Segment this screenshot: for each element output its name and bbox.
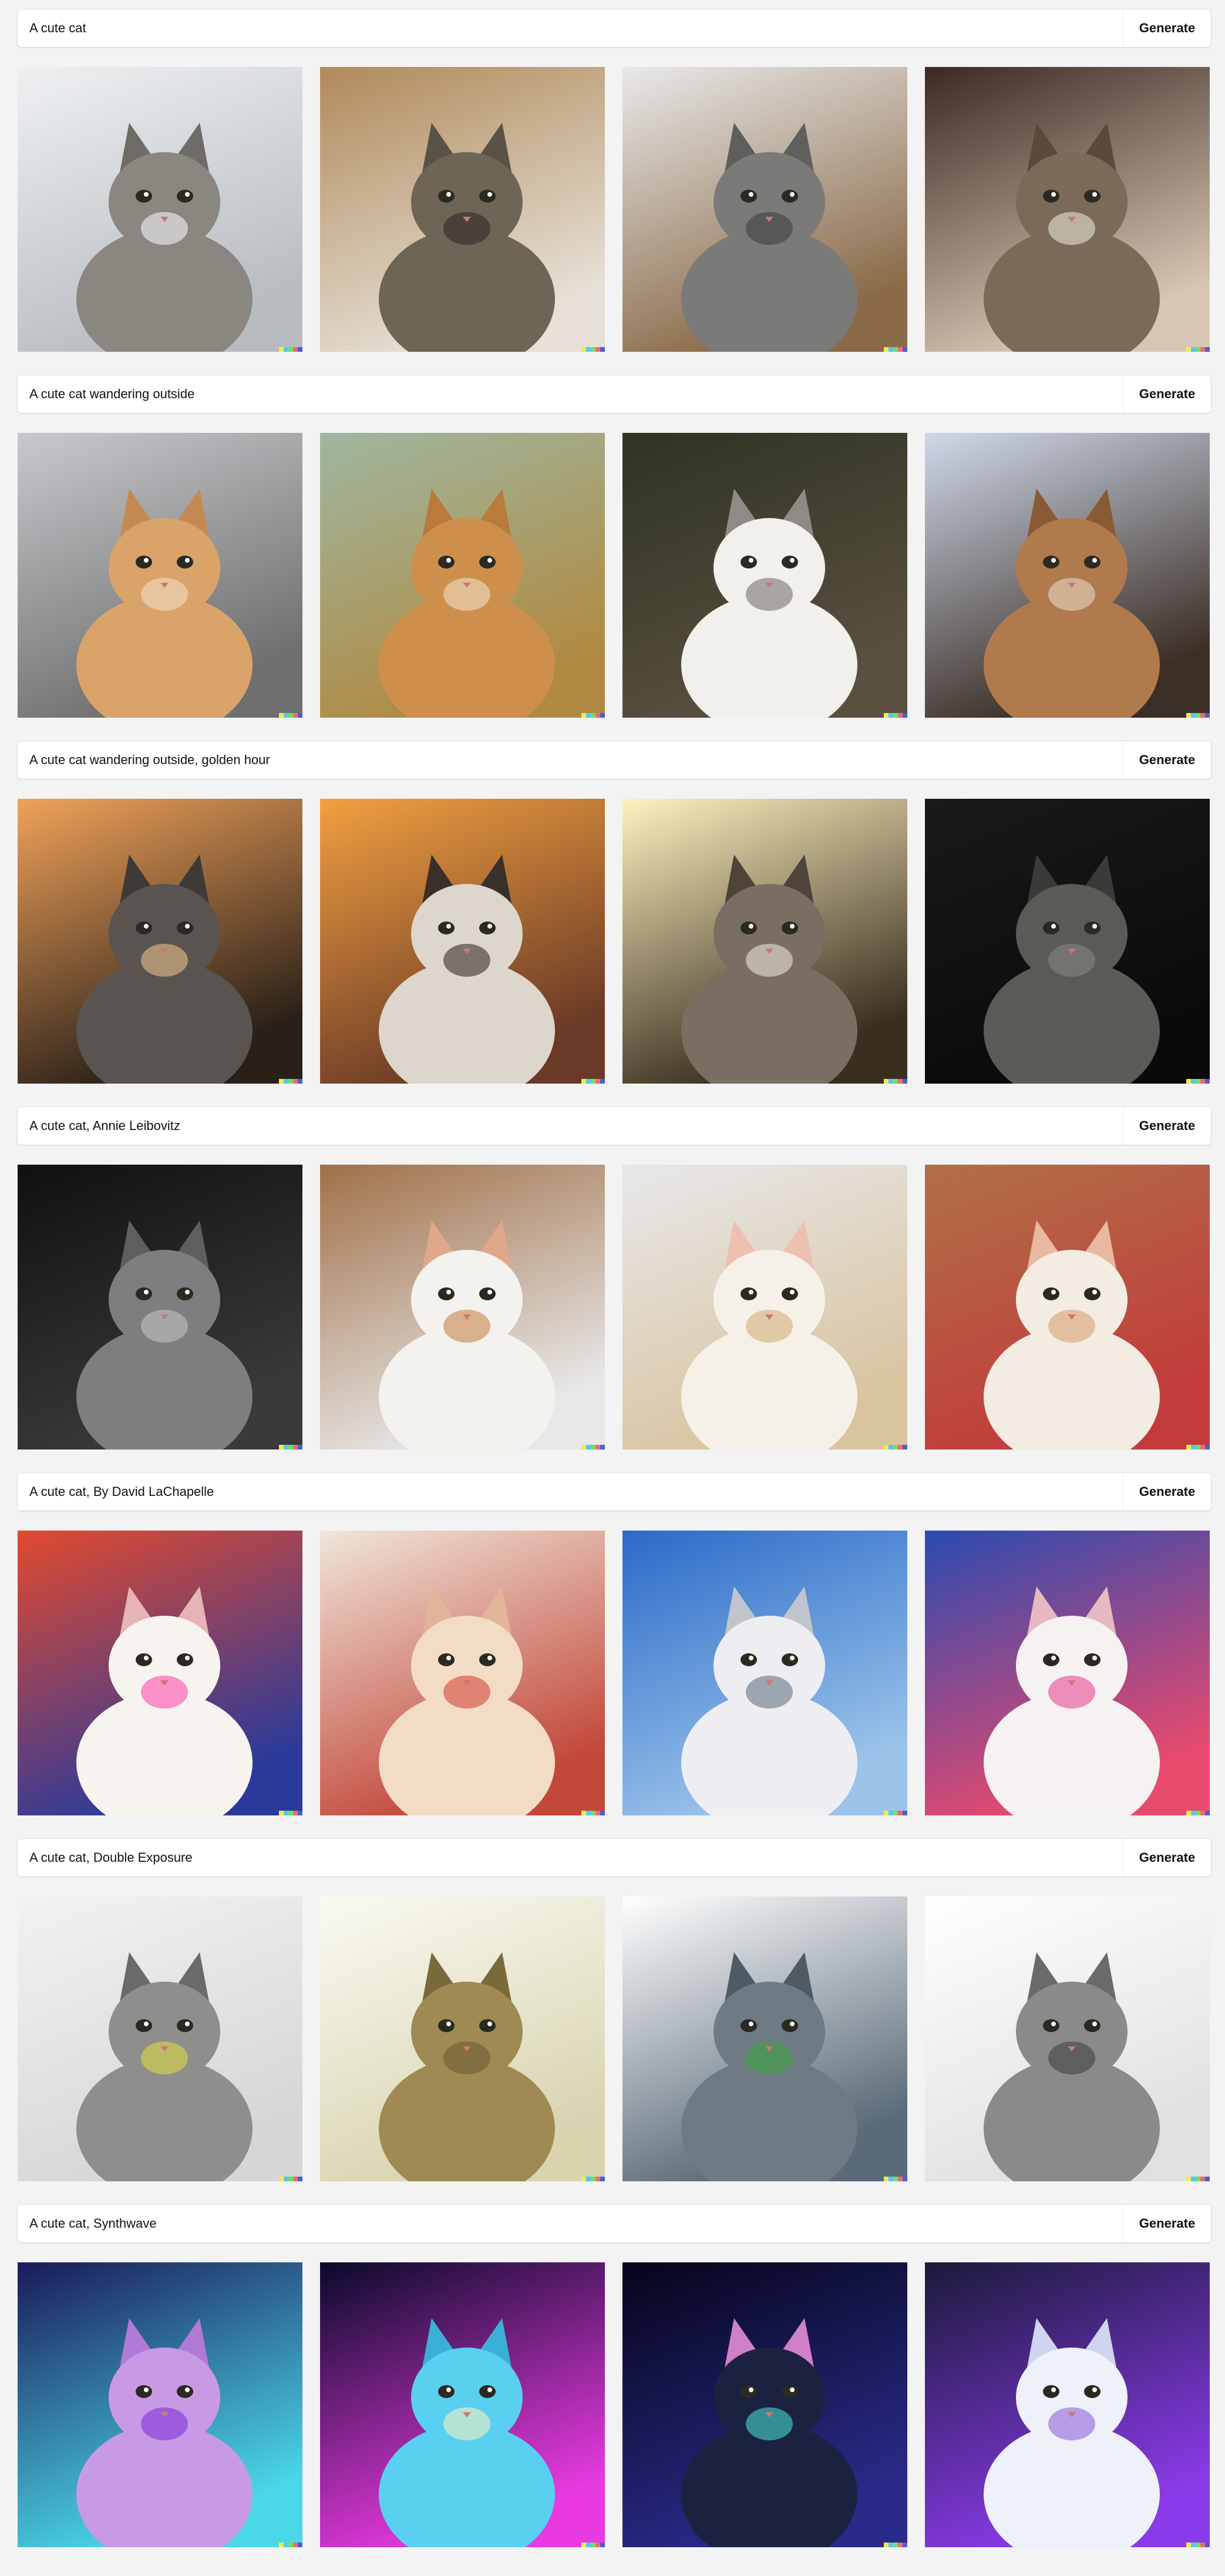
color-signature-icon bbox=[1186, 2177, 1210, 2181]
color-signature-icon bbox=[884, 1445, 907, 1450]
color-signature-icon bbox=[884, 347, 907, 352]
generated-image[interactable] bbox=[320, 1896, 605, 2181]
generated-image[interactable] bbox=[622, 67, 907, 352]
generate-button[interactable]: Generate bbox=[1123, 1107, 1211, 1145]
color-signature-icon bbox=[279, 2543, 302, 2547]
color-signature-icon bbox=[1186, 347, 1210, 352]
generate-button[interactable]: Generate bbox=[1123, 375, 1211, 413]
generate-button[interactable]: Generate bbox=[1123, 9, 1211, 47]
generated-image[interactable] bbox=[925, 67, 1210, 352]
generated-image[interactable] bbox=[925, 433, 1210, 718]
color-signature-icon bbox=[1186, 713, 1210, 718]
generated-image[interactable] bbox=[320, 1165, 605, 1450]
generated-image[interactable] bbox=[925, 799, 1210, 1084]
prompt-input[interactable] bbox=[18, 741, 1123, 779]
color-signature-icon bbox=[581, 2177, 605, 2181]
generated-image[interactable] bbox=[320, 433, 605, 718]
color-signature-icon bbox=[581, 2543, 605, 2547]
prompt-section: Generate bbox=[0, 1107, 1225, 1473]
prompt-section: Generate bbox=[0, 375, 1225, 741]
color-signature-icon bbox=[279, 347, 302, 352]
generated-image[interactable] bbox=[925, 2262, 1210, 2547]
generated-image[interactable] bbox=[18, 433, 302, 718]
prompt-bar: Generate bbox=[18, 375, 1211, 413]
generated-image[interactable] bbox=[320, 1531, 605, 1815]
color-signature-icon bbox=[581, 347, 605, 352]
image-grid bbox=[18, 67, 1211, 352]
prompt-bar: Generate bbox=[18, 741, 1211, 779]
color-signature-icon bbox=[279, 1079, 302, 1084]
prompt-section: Generate bbox=[0, 1839, 1225, 2205]
color-signature-icon bbox=[581, 713, 605, 718]
generate-button[interactable]: Generate bbox=[1123, 2205, 1211, 2242]
generated-image[interactable] bbox=[18, 1896, 302, 2181]
color-signature-icon bbox=[279, 713, 302, 718]
generated-image[interactable] bbox=[622, 2262, 907, 2547]
prompt-bar: Generate bbox=[18, 9, 1211, 47]
color-signature-icon bbox=[1186, 1445, 1210, 1450]
generated-image[interactable] bbox=[320, 799, 605, 1084]
generated-image[interactable] bbox=[18, 67, 302, 352]
generated-image[interactable] bbox=[622, 1531, 907, 1815]
image-grid bbox=[18, 1896, 1211, 2181]
color-signature-icon bbox=[581, 1445, 605, 1450]
color-signature-icon bbox=[884, 2177, 907, 2181]
prompt-section: Generate bbox=[0, 2205, 1225, 2571]
generated-image[interactable] bbox=[18, 799, 302, 1084]
generated-image[interactable] bbox=[18, 1531, 302, 1815]
prompt-input[interactable] bbox=[18, 2205, 1123, 2242]
generated-image[interactable] bbox=[622, 1896, 907, 2181]
prompt-input[interactable] bbox=[18, 1473, 1123, 1511]
generated-image[interactable] bbox=[622, 799, 907, 1084]
app-root: Generate Generate Generate Generate Generate… bbox=[0, 0, 1225, 2576]
prompt-input[interactable] bbox=[18, 9, 1123, 47]
color-signature-icon bbox=[884, 1079, 907, 1084]
color-signature-icon bbox=[1186, 1811, 1210, 1815]
color-signature-icon bbox=[884, 713, 907, 718]
image-grid bbox=[18, 433, 1211, 718]
color-signature-icon bbox=[884, 1811, 907, 1815]
color-signature-icon bbox=[1186, 1079, 1210, 1084]
color-signature-icon bbox=[279, 1811, 302, 1815]
image-grid bbox=[18, 1165, 1211, 1450]
generated-image[interactable] bbox=[622, 1165, 907, 1450]
prompt-bar: Generate bbox=[18, 2205, 1211, 2242]
color-signature-icon bbox=[581, 1811, 605, 1815]
prompt-input[interactable] bbox=[18, 1107, 1123, 1145]
prompt-section: Generate bbox=[0, 741, 1225, 1107]
color-signature-icon bbox=[279, 1445, 302, 1450]
generated-image[interactable] bbox=[18, 1165, 302, 1450]
generated-image[interactable] bbox=[622, 433, 907, 718]
color-signature-icon bbox=[581, 1079, 605, 1084]
prompt-bar: Generate bbox=[18, 1839, 1211, 1876]
generated-image[interactable] bbox=[925, 1896, 1210, 2181]
prompt-input[interactable] bbox=[18, 375, 1123, 413]
generated-image[interactable] bbox=[320, 67, 605, 352]
color-signature-icon bbox=[279, 2177, 302, 2181]
generated-image[interactable] bbox=[320, 2262, 605, 2547]
image-grid bbox=[18, 2262, 1211, 2547]
color-signature-icon bbox=[884, 2543, 907, 2547]
prompt-bar: Generate bbox=[18, 1107, 1211, 1145]
prompt-section: Generate bbox=[0, 9, 1225, 375]
generate-button[interactable]: Generate bbox=[1123, 741, 1211, 779]
prompt-bar: Generate bbox=[18, 1473, 1211, 1511]
generated-image[interactable] bbox=[18, 2262, 302, 2547]
prompt-input[interactable] bbox=[18, 1839, 1123, 1876]
generated-image[interactable] bbox=[925, 1531, 1210, 1815]
generated-image[interactable] bbox=[925, 1165, 1210, 1450]
generate-button[interactable]: Generate bbox=[1123, 1839, 1211, 1876]
image-grid bbox=[18, 799, 1211, 1084]
prompt-section: Generate bbox=[0, 1473, 1225, 1839]
image-grid bbox=[18, 1531, 1211, 1815]
generate-button[interactable]: Generate bbox=[1123, 1473, 1211, 1511]
color-signature-icon bbox=[1186, 2543, 1210, 2547]
